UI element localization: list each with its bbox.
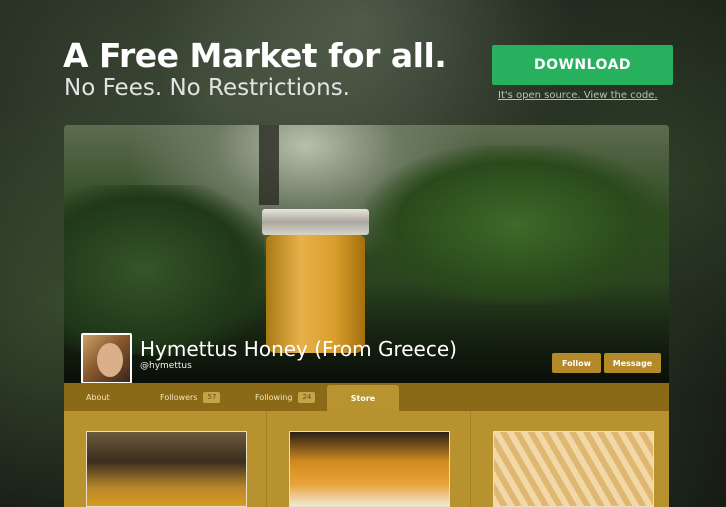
tree-trunk: [259, 125, 279, 205]
tab-followers-label: Followers: [160, 392, 198, 402]
tab-store-label: Store: [350, 393, 376, 403]
foliage-left: [64, 185, 264, 355]
honey-jar-image: [262, 209, 369, 353]
store-preview: Hymettus Honey (From Greece) @hymettus F…: [64, 125, 669, 507]
following-count-badge: 24: [298, 391, 316, 403]
open-source-link[interactable]: It's open source. View the code.: [498, 90, 658, 101]
tab-following[interactable]: Following 24: [255, 383, 316, 411]
store-name: Hymettus Honey (From Greece): [140, 337, 457, 361]
store-handle: @hymettus: [140, 361, 192, 371]
jar-body: [266, 235, 365, 353]
product-image[interactable]: [289, 431, 450, 507]
product-image[interactable]: [86, 431, 247, 507]
tab-following-label: Following: [255, 392, 293, 402]
hero-title: A Free Market for all.: [63, 36, 447, 75]
follow-button[interactable]: Follow: [552, 353, 601, 373]
tab-about-label: About: [86, 392, 110, 402]
foliage-right: [364, 145, 669, 305]
download-button[interactable]: DOWNLOAD: [492, 45, 673, 85]
store-avatar[interactable]: [81, 333, 132, 384]
jar-lid: [262, 209, 369, 235]
message-button[interactable]: Message: [604, 353, 661, 373]
store-tabs: About Followers 57 Following 24 Store: [64, 383, 669, 411]
product-image[interactable]: [493, 431, 654, 507]
followers-count-badge: 57: [203, 391, 221, 403]
tab-about[interactable]: About: [86, 383, 110, 411]
hero-subtitle: No Fees. No Restrictions.: [64, 75, 350, 101]
product-grid: [64, 411, 669, 507]
tab-followers[interactable]: Followers 57: [160, 383, 221, 411]
tab-store[interactable]: Store: [327, 385, 399, 411]
